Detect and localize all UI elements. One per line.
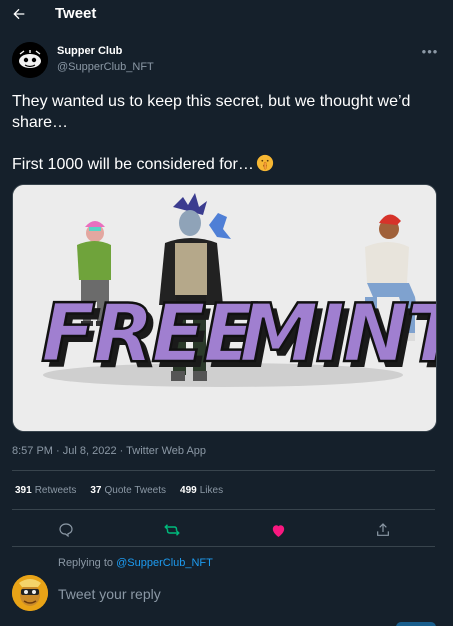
likes-label: Likes	[199, 485, 224, 496]
tweet-text-line2-wrap: First 1000 will be considered for…	[12, 154, 432, 175]
tweet-text: They wanted us to keep this secret, but …	[12, 91, 432, 175]
likes-stat[interactable]: 499 Likes	[180, 485, 223, 496]
top-bar: Tweet	[0, 0, 453, 30]
retweets-label: Retweets	[34, 485, 77, 496]
quote-tweets-label: Quote Tweets	[104, 485, 167, 496]
reply-button[interactable]	[55, 519, 77, 541]
replying-to-handle[interactable]: @SupperClub_NFT	[116, 557, 213, 569]
media-text-left-fill: FREE	[41, 287, 257, 380]
user-avatar-image	[12, 575, 48, 611]
heart-filled-icon	[272, 524, 284, 537]
more-horizontal-icon: •••	[421, 44, 439, 59]
replying-to: Replying to @SupperClub_NFT	[58, 557, 213, 569]
tweet-text-line1: They wanted us to keep this secret, but …	[12, 93, 411, 131]
scrollbar[interactable]	[441, 0, 453, 626]
tweet-page: Tweet Supper Club @SupperClub_NFT ••• Th…	[0, 0, 453, 626]
user-avatar[interactable]	[12, 575, 48, 611]
retweet-icon	[164, 524, 180, 536]
shushing-face-icon	[256, 154, 273, 172]
tweet-text-line2: First 1000 will be considered for…	[12, 156, 254, 173]
retweets-stat[interactable]: 391 Retweets	[15, 485, 76, 496]
tweet-stats: 391 Retweets 37 Quote Tweets 499 Likes	[15, 485, 223, 496]
arrow-left-icon	[13, 8, 25, 20]
share-button[interactable]	[372, 519, 394, 541]
divider	[12, 546, 435, 547]
likes-count: 499	[180, 485, 197, 496]
divider	[12, 470, 435, 471]
retweet-button[interactable]	[161, 519, 183, 541]
reply-input[interactable]	[58, 584, 388, 604]
author-avatar[interactable]	[12, 42, 48, 78]
comment-icon	[59, 523, 73, 538]
quote-tweets-stat[interactable]: 37 Quote Tweets	[90, 485, 166, 496]
author-name[interactable]: Supper Club	[57, 45, 122, 57]
media-text-right-fill: MINT	[239, 287, 436, 380]
reply-submit-button[interactable]	[396, 622, 436, 626]
replying-to-label: Replying to	[58, 557, 114, 569]
like-button[interactable]	[267, 519, 289, 541]
back-button[interactable]	[8, 3, 30, 25]
more-options-button[interactable]: •••	[420, 42, 440, 62]
author-handle[interactable]: @SupperClub_NFT	[57, 61, 154, 73]
retweets-count: 391	[15, 485, 32, 496]
share-icon	[377, 523, 389, 536]
tweet-timestamp[interactable]: 8:57 PM · Jul 8, 2022 · Twitter Web App	[12, 445, 206, 457]
supper-club-logo-icon	[12, 42, 48, 78]
quote-tweets-count: 37	[90, 485, 102, 496]
page-title: Tweet	[55, 5, 97, 22]
divider	[12, 509, 435, 510]
free-mint-illustration: FREE FREE MINT MINT	[13, 185, 436, 431]
tweet-media[interactable]: FREE FREE MINT MINT	[12, 184, 437, 432]
